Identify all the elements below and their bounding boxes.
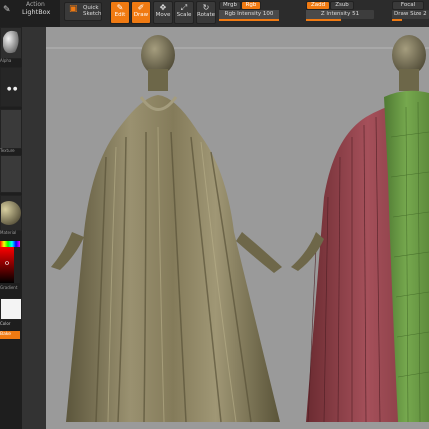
alpha-label: Alpha — [0, 58, 12, 63]
draw-icon: ✐ — [137, 3, 145, 12]
rgb-intensity-track — [219, 19, 279, 21]
rotate-button[interactable]: ↻ Rotate — [196, 1, 216, 24]
orange-tab[interactable]: Bake — [0, 331, 20, 339]
zadd-button[interactable]: Zadd — [306, 1, 330, 10]
lightbox-button[interactable]: LightBox — [22, 8, 50, 16]
main-color-swatch[interactable] — [0, 298, 22, 320]
rgb-intensity-slider[interactable]: Rgb Intensity 100 — [219, 10, 279, 19]
edit-label: Edit — [114, 12, 126, 18]
pin-icon[interactable]: ✎ — [3, 4, 15, 16]
canvas-viewport[interactable] — [46, 27, 429, 429]
move-button[interactable]: ✥ Move — [153, 1, 173, 24]
mrgb-button[interactable]: Mrgb — [219, 1, 241, 10]
right-figure — [291, 35, 429, 423]
material-label: Material — [0, 230, 17, 235]
gradient-label: Gradient — [0, 285, 18, 290]
left-gap — [22, 27, 46, 429]
top-toolbar: Action ✎ LightBox ▣ Quick Sketch ✎ Edit … — [0, 0, 429, 28]
top-left-panel: Action ✎ LightBox — [0, 0, 60, 27]
quick-sketch-button[interactable]: ▣ Quick Sketch — [64, 2, 102, 21]
action-label[interactable]: Action — [26, 1, 45, 8]
rotate-icon: ↻ — [202, 3, 210, 12]
scale-icon: ⤢ — [180, 3, 188, 12]
alpha-slot[interactable]: ● ● — [0, 67, 22, 107]
z-intensity-label: Z Intensity 51 — [320, 11, 360, 17]
dots-icon: ● ● — [7, 86, 18, 92]
material-ball-icon — [0, 201, 21, 225]
left-tray: Alpha ● ● Texture Material Gradient Colo… — [0, 27, 23, 429]
left-arm-l — [51, 232, 84, 270]
draw-button[interactable]: ✐ Draw — [131, 1, 151, 24]
zsub-button[interactable]: Zsub — [330, 1, 354, 10]
texture-slot[interactable] — [0, 109, 22, 149]
move-label: Move — [155, 12, 171, 18]
rgb-intensity-label: Rgb Intensity 100 — [224, 11, 274, 17]
color-picker[interactable] — [0, 241, 20, 283]
rgb-button[interactable]: Rgb — [241, 1, 261, 10]
rotate-label: Rotate — [197, 12, 216, 18]
color-label: Color — [0, 321, 11, 326]
move-icon: ✥ — [159, 3, 167, 12]
edit-icon: ✎ — [116, 3, 124, 12]
edit-button[interactable]: ✎ Edit — [110, 1, 130, 24]
material-slot[interactable] — [0, 27, 22, 59]
stroke-slot[interactable] — [0, 155, 22, 193]
texture-label: Texture — [0, 148, 15, 153]
left-arm-r — [236, 232, 282, 273]
draw-size-track — [392, 19, 402, 21]
quick-sketch-label: Quick Sketch — [83, 5, 102, 17]
material-sphere-icon — [3, 30, 19, 54]
draw-size-slider[interactable]: Draw Size 2 — [392, 10, 429, 19]
left-figure — [51, 35, 282, 423]
z-intensity-slider[interactable]: Z Intensity 51 — [306, 10, 374, 19]
scale-label: Scale — [176, 12, 192, 18]
quick-sketch-icon: ▣ — [69, 4, 78, 14]
scale-button[interactable]: ⤢ Scale — [174, 1, 194, 24]
draw-size-label: Draw Size 2 — [394, 11, 427, 17]
sculpt-scene — [46, 35, 429, 423]
focal-button[interactable]: Focal — [392, 1, 424, 10]
draw-label: Draw — [133, 12, 149, 18]
z-intensity-track — [306, 19, 341, 21]
material-preview-slot[interactable] — [0, 195, 22, 231]
